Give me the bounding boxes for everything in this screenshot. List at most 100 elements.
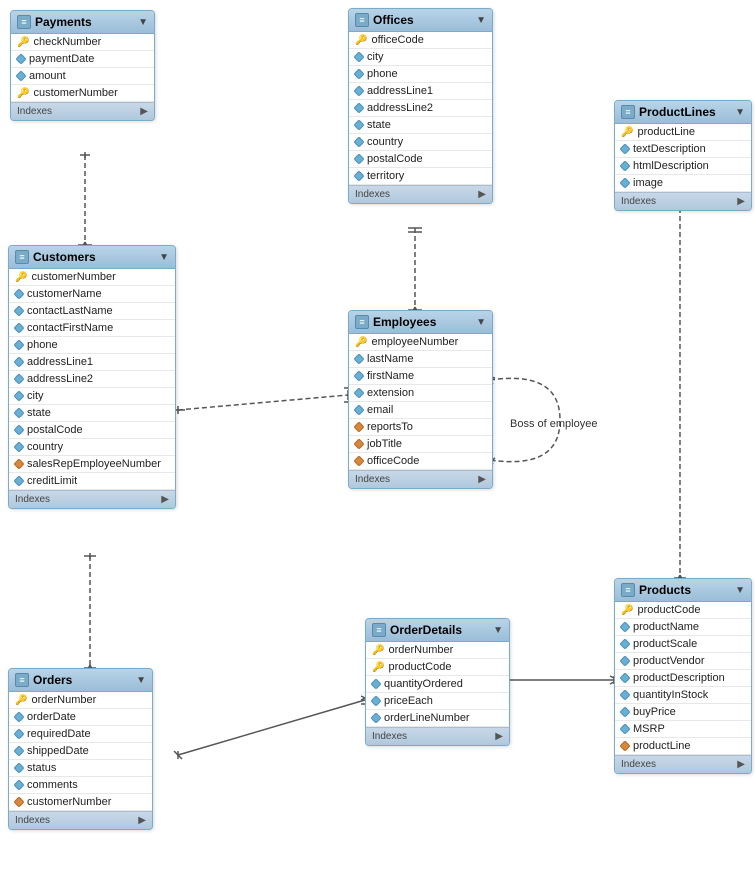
field-postalCode: postalCode (9, 422, 175, 439)
products-table: ≡ Products ▼ 🔑 productCode productName p… (614, 578, 752, 774)
field-salesRepEmployeeNumber: salesRepEmployeeNumber (9, 456, 175, 473)
diamond-icon (353, 370, 364, 381)
field-msrp: MSRP (615, 721, 751, 738)
diamond-icon (13, 339, 24, 350)
offices-icon: ≡ (355, 13, 369, 27)
field-customerNumber: customerNumber (9, 794, 152, 811)
customers-header: ≡ Customers ▼ (9, 246, 175, 269)
diamond-icon (370, 712, 381, 723)
diamond-icon (619, 177, 630, 188)
orders-title: Orders (33, 673, 72, 687)
diamond-icon (13, 288, 24, 299)
customers-arrow[interactable]: ▼ (159, 252, 169, 263)
key-icon: 🔑 (15, 272, 27, 283)
diamond-orange-icon (619, 740, 630, 751)
field-extension: extension (349, 385, 492, 402)
field-productScale: productScale (615, 636, 751, 653)
field-productCode: 🔑 productCode (366, 659, 509, 676)
field-country: country (349, 134, 492, 151)
diamond-icon (353, 136, 364, 147)
products-title: Products (639, 583, 691, 597)
field-phone: phone (9, 337, 175, 354)
field-city: city (349, 49, 492, 66)
field-productLine: productLine (615, 738, 751, 755)
field-paymentDate: paymentDate (11, 51, 154, 68)
field-state: state (9, 405, 175, 422)
key-icon: 🔑 (17, 37, 29, 48)
diamond-icon (15, 53, 26, 64)
diamond-icon (619, 143, 630, 154)
field-contactLastName: contactLastName (9, 303, 175, 320)
offices-arrow[interactable]: ▼ (476, 15, 486, 26)
employees-arrow[interactable]: ▼ (476, 317, 486, 328)
field-phone: phone (349, 66, 492, 83)
field-postalCode: postalCode (349, 151, 492, 168)
productlines-title: ProductLines (639, 105, 716, 119)
diamond-orange-icon (13, 458, 24, 469)
field-addressLine2: addressLine2 (9, 371, 175, 388)
field-status: status (9, 760, 152, 777)
diamond-icon (353, 387, 364, 398)
offices-table: ≡ Offices ▼ 🔑 officeCode city phone addr… (348, 8, 493, 204)
diamond-icon (353, 102, 364, 113)
field-orderLineNumber: orderLineNumber (366, 710, 509, 727)
field-productLine: 🔑 productLine (615, 124, 751, 141)
field-buyPrice: buyPrice (615, 704, 751, 721)
diamond-icon (619, 706, 630, 717)
diamond-orange-icon (353, 421, 364, 432)
field-addressLine2: addressLine2 (349, 100, 492, 117)
diamond-icon (353, 119, 364, 130)
field-creditLimit: creditLimit (9, 473, 175, 490)
diamond-icon (13, 762, 24, 773)
key-red-icon: 🔑 (372, 662, 384, 673)
payments-icon: ≡ (17, 15, 31, 29)
field-productVendor: productVendor (615, 653, 751, 670)
diamond-icon (619, 723, 630, 734)
key-red-icon: 🔑 (17, 88, 29, 99)
key-icon: 🔑 (355, 35, 367, 46)
field-firstName: firstName (349, 368, 492, 385)
orderdetails-icon: ≡ (372, 623, 386, 637)
field-productName: productName (615, 619, 751, 636)
products-arrow[interactable]: ▼ (735, 585, 745, 596)
diamond-icon (619, 672, 630, 683)
products-header: ≡ Products ▼ (615, 579, 751, 602)
field-city: city (9, 388, 175, 405)
diamond-orange-icon (353, 455, 364, 466)
employees-icon: ≡ (355, 315, 369, 329)
field-amount: amount (11, 68, 154, 85)
diamond-icon (13, 711, 24, 722)
diamond-icon (13, 305, 24, 316)
field-requiredDate: requiredDate (9, 726, 152, 743)
orderdetails-table: ≡ OrderDetails ▼ 🔑 orderNumber 🔑 product… (365, 618, 510, 746)
diamond-icon (619, 655, 630, 666)
diamond-icon (353, 153, 364, 164)
offices-footer: Indexes ▶ (349, 185, 492, 203)
customers-footer: Indexes ▶ (9, 490, 175, 508)
customers-title: Customers (33, 250, 96, 264)
diamond-orange-icon (353, 438, 364, 449)
diamond-icon (13, 424, 24, 435)
field-state: state (349, 117, 492, 134)
field-reportsTo: reportsTo (349, 419, 492, 436)
orders-header: ≡ Orders ▼ (9, 669, 152, 692)
orderdetails-arrow[interactable]: ▼ (493, 625, 503, 636)
payments-table: ≡ Payments ▼ 🔑 checkNumber paymentDate a… (10, 10, 155, 121)
payments-arrow[interactable]: ▼ (138, 17, 148, 28)
offices-header: ≡ Offices ▼ (349, 9, 492, 32)
field-quantityOrdered: quantityOrdered (366, 676, 509, 693)
field-comments: comments (9, 777, 152, 794)
payments-footer: Indexes ▶ (11, 102, 154, 120)
products-footer: Indexes ▶ (615, 755, 751, 773)
diamond-icon (15, 70, 26, 81)
diamond-orange-icon (13, 796, 24, 807)
field-productCode: 🔑 productCode (615, 602, 751, 619)
diamond-icon (13, 728, 24, 739)
diamond-icon (619, 621, 630, 632)
productlines-arrow[interactable]: ▼ (735, 107, 745, 118)
offices-title: Offices (373, 13, 414, 27)
key-icon: 🔑 (15, 695, 27, 706)
key-icon: 🔑 (621, 605, 633, 616)
orders-icon: ≡ (15, 673, 29, 687)
orders-arrow[interactable]: ▼ (136, 675, 146, 686)
